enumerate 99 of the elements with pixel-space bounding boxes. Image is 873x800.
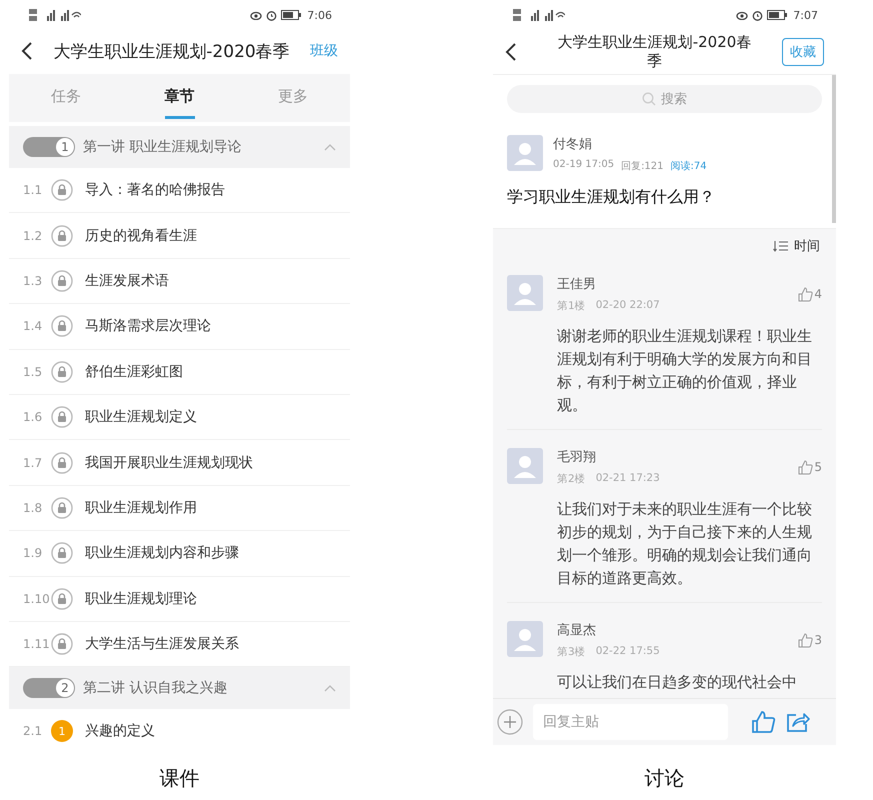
comment-text: 让我们对于未来的职业生涯有一个比较初步的规划，为于自己接下来的人生规划一个雏形。明确的规划会让我们通向目标的道路更高效。 <box>557 499 813 589</box>
lesson-title: 兴趣的定义 <box>85 722 155 740</box>
lock-icon <box>51 452 73 474</box>
lock-icon <box>51 360 73 383</box>
lesson-number: 1.2 <box>23 228 44 243</box>
lesson-number: 2.1 <box>23 724 44 738</box>
status-time: 7:07 <box>793 8 818 22</box>
chapter-header[interactable]: 1 第一讲 职业生涯规划导论 <box>9 126 350 168</box>
chapter-number-badge: 1 <box>23 137 75 157</box>
back-icon[interactable] <box>21 41 33 61</box>
lesson-number: 1.3 <box>23 274 44 288</box>
lesson-number: 1.8 <box>23 500 44 515</box>
thumbs-up-icon[interactable] <box>752 710 776 734</box>
battery-icon <box>767 10 788 20</box>
lesson-title: 大学生活与生涯发展关系 <box>85 635 239 654</box>
search-icon <box>642 92 656 106</box>
back-icon[interactable] <box>505 42 517 62</box>
lesson-item[interactable]: 1.5 舒伯生涯彩虹图 <box>9 350 350 395</box>
comment-text: 可以让我们在日趋多变的现代社会中 <box>557 672 798 693</box>
share-icon[interactable] <box>786 711 810 733</box>
commenter-name: 高显杰 <box>557 622 597 639</box>
lock-icon <box>51 496 73 519</box>
post-question: 学习职业生涯规划有什么用？ <box>507 187 716 208</box>
lock-icon <box>51 315 73 338</box>
post-time: 02-19 17:05 <box>553 159 614 172</box>
status-time: 7:06 <box>307 8 332 22</box>
lesson-item[interactable]: 1.10 职业生涯规划理论 <box>9 576 350 622</box>
lesson-title: 舒伯生涯彩虹图 <box>85 362 183 381</box>
reply-count: 回复:121 <box>621 160 664 173</box>
thumbs-up-icon <box>798 286 814 302</box>
lesson-item[interactable]: 1.9 职业生涯规划内容和步骤 <box>9 531 350 577</box>
lock-icon <box>51 406 73 428</box>
lesson-number: 1.5 <box>23 364 44 379</box>
chapter-title: 第一讲 职业生涯规划导论 <box>83 138 242 156</box>
lesson-item[interactable]: 1.7 我国开展职业生涯规划现状 <box>9 440 350 486</box>
lesson-item[interactable]: 1.6 职业生涯规划定义 <box>9 394 350 440</box>
alarm-icon <box>752 10 764 20</box>
lesson-title: 职业生涯规划内容和步骤 <box>85 544 239 562</box>
lesson-number: 1.1 <box>23 183 44 198</box>
floor-label: 第1楼 <box>557 299 586 313</box>
lock-icon <box>51 179 73 202</box>
commenter-name: 王佳男 <box>557 276 597 293</box>
chevron-icon[interactable] <box>324 684 336 692</box>
lesson-item[interactable]: 1.8 职业生涯规划作用 <box>9 486 350 532</box>
lesson-item[interactable]: 1.3 生涯发展术语 <box>9 258 350 304</box>
signal-icon <box>513 8 565 22</box>
task-count-badge: 1 <box>51 720 73 742</box>
eye-icon <box>250 10 262 20</box>
add-icon[interactable] <box>497 709 523 735</box>
floor-label: 第3楼 <box>557 645 586 659</box>
battery-icon <box>281 10 302 20</box>
comment-text: 谢谢老师的职业生涯规划课程！职业生涯规划有利于明确大学的发展方向和目标，有利于树立正确的价值观，择业观。 <box>557 326 813 416</box>
lesson-item[interactable]: 1.2 历史的视角看生涯 <box>9 213 350 259</box>
commenter-name: 毛羽翔 <box>557 449 597 466</box>
lock-icon <box>51 588 73 610</box>
avatar-icon <box>507 621 543 657</box>
comment-time: 02-21 17:23 <box>596 472 660 486</box>
read-count: 阅读:74 <box>670 160 707 173</box>
lesson-title: 历史的视角看生涯 <box>85 226 197 245</box>
avatar-icon <box>507 275 543 311</box>
lesson-title: 导入：著名的哈佛报告 <box>85 181 225 200</box>
course-title: 大学生职业生涯规划-2020春季 <box>556 33 752 71</box>
lesson-item[interactable]: 2.1 1 兴趣的定义 <box>9 709 350 745</box>
sort-icon <box>773 240 789 252</box>
lesson-number: 1.7 <box>23 456 44 470</box>
comment-time: 02-20 22:07 <box>596 299 660 313</box>
avatar-icon <box>507 448 543 484</box>
caption: 课件 <box>160 765 200 792</box>
chapter-title: 第二讲 认识自我之兴趣 <box>83 679 228 698</box>
thumbs-up-icon <box>798 460 814 474</box>
lesson-number: 1.4 <box>23 319 44 334</box>
thumbs-up-icon <box>798 632 814 648</box>
course-title: 大学生职业生涯规划-2020春季 <box>52 40 291 62</box>
lesson-number: 1.6 <box>23 410 44 424</box>
lesson-item[interactable]: 1.4 马斯洛需求层次理论 <box>9 304 350 350</box>
floor-label: 第2楼 <box>557 472 586 486</box>
signal-icon <box>29 8 81 22</box>
lesson-title: 职业生涯规划定义 <box>85 408 197 426</box>
lesson-item[interactable]: 1.1 导入：著名的哈佛报告 <box>9 168 350 214</box>
caption: 讨论 <box>644 765 684 792</box>
author-name: 付冬娟 <box>553 136 593 153</box>
lock-icon <box>51 270 73 292</box>
lock-icon <box>51 633 73 656</box>
eye-icon <box>736 10 748 20</box>
alarm-icon <box>266 10 278 20</box>
chevron-icon[interactable] <box>324 143 336 151</box>
lesson-title: 马斯洛需求层次理论 <box>85 317 211 336</box>
chapter-header[interactable]: 2 第二讲 认识自我之兴趣 <box>9 667 350 710</box>
lesson-title: 生涯发展术语 <box>85 272 169 290</box>
lock-icon <box>51 224 73 247</box>
lesson-title: 职业生涯规划理论 <box>85 590 197 608</box>
lock-icon <box>51 542 73 564</box>
lesson-title: 职业生涯规划作用 <box>85 498 197 517</box>
lesson-title: 我国开展职业生涯规划现状 <box>85 454 253 472</box>
lesson-number: 1.9 <box>23 546 44 560</box>
comment-time: 02-22 17:55 <box>596 645 660 659</box>
avatar-icon <box>507 135 543 171</box>
sort-button[interactable]: 时间 <box>773 237 820 255</box>
chapter-number-badge: 2 <box>23 678 75 698</box>
